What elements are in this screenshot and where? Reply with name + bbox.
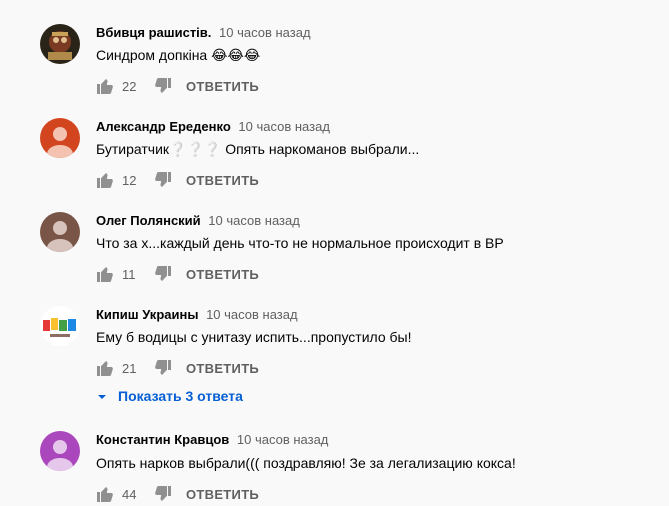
comment-text: Что за х...каждый день что-то не нормаль… <box>96 235 504 251</box>
comment-actions: 11 ОТВЕТИТЬ <box>96 262 259 286</box>
reply-button[interactable]: ОТВЕТИТЬ <box>186 267 259 282</box>
comment-actions: 12 ОТВЕТИТЬ <box>96 168 259 192</box>
author-name[interactable]: Александр Ереденко <box>96 119 231 134</box>
comment-time[interactable]: 10 часов назад <box>219 25 311 40</box>
avatar[interactable] <box>40 212 80 252</box>
avatar[interactable] <box>40 306 80 346</box>
avatar[interactable] <box>40 118 80 158</box>
comment-header: Александр Ереденко 10 часов назад <box>96 119 330 134</box>
dislike-icon[interactable] <box>154 77 172 95</box>
comment-actions: 44 ОТВЕТИТЬ <box>96 482 259 506</box>
comment-header: Вбивця рашистів. 10 часов назад <box>96 25 311 40</box>
like-count: 11 <box>122 266 136 282</box>
like-icon[interactable] <box>96 77 114 95</box>
like-count: 21 <box>122 360 137 376</box>
comment-actions: 22 ОТВЕТИТЬ <box>96 74 259 98</box>
comment-time[interactable]: 10 часов назад <box>206 307 298 322</box>
show-replies-label: Показать 3 ответа <box>118 388 243 404</box>
avatar[interactable] <box>40 24 80 64</box>
like-icon[interactable] <box>96 485 114 503</box>
avatar[interactable] <box>40 431 80 471</box>
comment-header: Кипиш Украины 10 часов назад <box>96 307 298 322</box>
reply-button[interactable]: ОТВЕТИТЬ <box>186 173 259 188</box>
dislike-icon[interactable] <box>154 485 172 503</box>
reply-button[interactable]: ОТВЕТИТЬ <box>186 361 259 376</box>
author-name[interactable]: Олег Полянский <box>96 213 201 228</box>
like-icon[interactable] <box>96 359 114 377</box>
comment-text: Синдром допкіна 😂😂😂 <box>96 47 261 63</box>
like-icon[interactable] <box>96 265 114 283</box>
comment-time[interactable]: 10 часов назад <box>237 432 329 447</box>
comment-text: Опять нарков выбрали((( поздравляю! Зе з… <box>96 455 516 471</box>
like-count: 44 <box>122 486 137 502</box>
reply-button[interactable]: ОТВЕТИТЬ <box>186 79 259 94</box>
comment-actions: 21 ОТВЕТИТЬ <box>96 356 259 380</box>
reply-button[interactable]: ОТВЕТИТЬ <box>186 487 259 502</box>
comment-time[interactable]: 10 часов назад <box>208 213 300 228</box>
comment-text: Бутиратчик❔❔❔ Опять наркоманов выбрали..… <box>96 141 420 157</box>
like-count: 12 <box>122 172 137 188</box>
comment-time[interactable]: 10 часов назад <box>238 119 330 134</box>
dislike-icon[interactable] <box>154 359 172 377</box>
caret-down-icon <box>96 390 108 402</box>
author-name[interactable]: Вбивця рашистів. <box>96 25 211 40</box>
like-count: 22 <box>122 78 137 94</box>
author-name[interactable]: Кипиш Украины <box>96 307 198 322</box>
like-icon[interactable] <box>96 171 114 189</box>
dislike-icon[interactable] <box>154 265 172 283</box>
show-replies-button[interactable]: Показать 3 ответа <box>96 386 243 406</box>
author-name[interactable]: Константин Кравцов <box>96 432 229 447</box>
dislike-icon[interactable] <box>154 171 172 189</box>
comment-header: Олег Полянский 10 часов назад <box>96 213 300 228</box>
comment-text: Ему б водицы с унитазу испить...пропусти… <box>96 329 412 345</box>
comment-header: Константин Кравцов 10 часов назад <box>96 432 328 447</box>
